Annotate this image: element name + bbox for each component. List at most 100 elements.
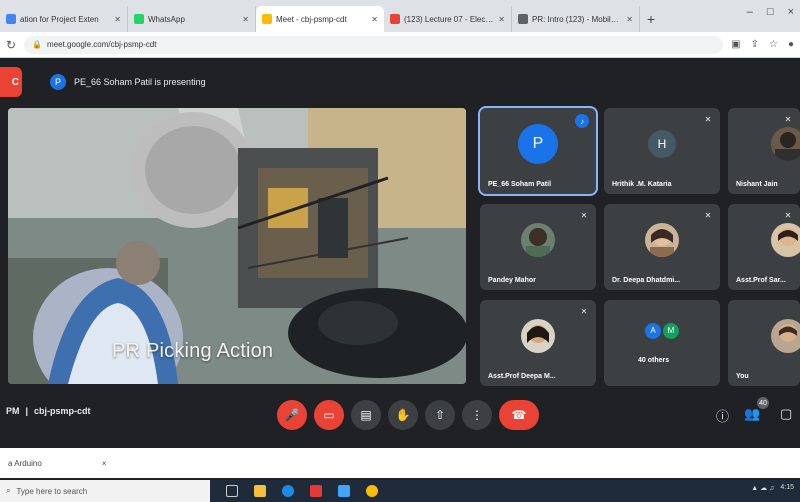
browser-tab[interactable]: ation for Project Exten ✕ [0,6,128,32]
toolbar-icons: ▣ ⇪ ☆ ● [731,39,794,50]
windows-taskbar: ⌕ Type here to search ▲ ☁ ♫ 4:15 [0,480,800,502]
tab-close-icon[interactable]: ✕ [626,15,633,24]
participant-tile[interactable]: ✕ Pandey Mahor [480,204,596,290]
mini-avatar: A [645,322,661,339]
taskbar-search[interactable]: ⌕ Type here to search [0,480,210,502]
mic-muted-icon: ✕ [580,306,588,316]
camera-permission-icon[interactable]: ▣ [731,39,740,50]
participant-tile[interactable]: ✕ Asst.Prof Sar... [728,204,800,290]
participant-name: PE_66 Soham Patil [488,181,552,188]
recording-badge: C [0,67,22,97]
meeting-controls: PM | cbj-psmp-cdt 🎤 ▭ ▤ ✋ ⇧ ⋮ ☎ ⓘ 👥 40 ▢ [0,392,800,436]
participant-avatar: P [518,124,558,165]
others-avatars: A M [645,322,679,339]
more-options-button[interactable]: ⋮ [462,400,492,430]
profile-icon[interactable]: ● [788,39,794,50]
search-placeholder: Type here to search [16,486,88,496]
meeting-info: PM | cbj-psmp-cdt [6,406,91,416]
tab-close-icon[interactable]: ✕ [371,15,378,24]
leave-call-button[interactable]: ☎ [499,400,539,430]
edge-icon[interactable] [282,485,294,497]
browser-tab-strip: ation for Project Exten ✕ WhatsApp ✕ Mee… [0,0,800,32]
mic-muted-icon: ✕ [704,210,712,220]
participant-tile[interactable]: P ♪ PE_66 Soham Patil [478,106,598,196]
chat-icon[interactable]: ▢ [780,406,792,422]
tray-icons[interactable]: ▲ ☁ ♫ [751,484,774,492]
url-field[interactable]: 🔒 meet.google.com/cbj-psmp-cdt [24,35,724,54]
mic-off-button[interactable]: 🎤 [277,400,307,430]
search-icon: ⌕ [6,486,11,495]
tab-title: PR: Intro (123) - Mobile pl [532,14,623,24]
video-caption: PR Picking Action [112,340,274,362]
participant-tile[interactable]: H ✕ Hrithik .M. Kataria [604,108,720,194]
participant-name: Asst.Prof Sar... [736,277,786,284]
mail-icon[interactable] [338,485,350,497]
others-count-label: 40 others [638,357,670,364]
meeting-code: cbj-psmp-cdt [34,406,91,416]
camera-off-button[interactable]: ▭ [314,400,344,430]
participant-photo [521,223,555,258]
tab-close-icon[interactable]: ✕ [242,15,249,24]
tab-favicon-icon [134,14,144,24]
mic-muted-icon: ✕ [784,114,792,124]
bookmark-star-icon[interactable]: ☆ [769,39,778,50]
meeting-details-icon[interactable]: ⓘ [716,406,729,425]
participant-name: Hrithik .M. Kataria [612,181,672,188]
browser-tab[interactable]: WhatsApp ✕ [128,6,256,32]
captions-button[interactable]: ▤ [351,400,381,430]
participant-name: Pandey Mahor [488,277,536,284]
tab-title: ation for Project Exten [20,14,99,24]
tab-title: (123) Lecture 07 - Electric [404,14,495,24]
participant-photo [771,127,800,162]
mic-muted-icon: ✕ [784,210,792,220]
people-icon[interactable]: 👥 [744,406,760,422]
browser-tab-active[interactable]: Meet - cbj-psmp-cdt ✕ [256,6,384,32]
new-tab-button[interactable]: + [640,6,662,32]
participant-photo [771,223,800,258]
participant-name: Dr. Deepa Dhatdmi... [612,277,681,284]
participant-name: Nishant Jain [736,181,778,188]
info-divider: | [25,406,29,416]
maximize-button[interactable]: □ [767,6,774,18]
presentation-video: PR Picking Action [8,108,466,384]
shelf-close-icon[interactable]: × [102,459,107,468]
presenting-indicator: P PE_66 Soham Patil is presenting [50,74,206,90]
mini-avatar: M [663,322,679,339]
speaking-indicator-icon: ♪ [575,114,589,128]
browser-tab[interactable]: PR: Intro (123) - Mobile pl ✕ [512,6,640,32]
others-tile[interactable]: A M 40 others [604,300,720,386]
close-window-button[interactable]: × [788,6,794,18]
participant-tile[interactable]: ✕ Dr. Deepa Dhatdmi... [604,204,720,290]
participant-photo [521,319,555,354]
reload-icon[interactable]: ↻ [6,38,16,52]
mic-muted-icon: ✕ [704,114,712,124]
file-explorer-icon[interactable] [254,485,266,497]
tab-favicon-icon [518,14,528,24]
tab-favicon-icon [6,14,16,24]
browser-tab[interactable]: (123) Lecture 07 - Electric ✕ [384,6,512,32]
chrome-icon[interactable] [366,485,378,497]
self-name: You [736,373,749,380]
system-tray: ▲ ☁ ♫ 4:15 [751,484,794,492]
store-icon[interactable] [310,485,322,497]
minimize-button[interactable]: – [747,6,753,18]
task-view-icon[interactable] [226,485,238,497]
address-bar: ↻ 🔒 meet.google.com/cbj-psmp-cdt ▣ ⇪ ☆ ● [0,32,800,58]
download-item[interactable]: a Arduino [8,459,42,468]
lock-icon: 🔒 [32,40,43,49]
meeting-time: PM [6,406,20,416]
participant-tile[interactable]: ✕ Nishant Jain [728,108,800,194]
presenting-bar: C P PE_66 Soham Patil is presenting [0,66,800,98]
raise-hand-button[interactable]: ✋ [388,400,418,430]
present-button[interactable]: ⇧ [425,400,455,430]
share-icon[interactable]: ⇪ [751,39,759,50]
presenting-text: PE_66 Soham Patil is presenting [74,77,206,87]
clock[interactable]: 4:15 [780,484,794,492]
tab-close-icon[interactable]: ✕ [498,15,505,24]
meet-window: C P PE_66 Soham Patil is presenting PR P… [0,58,800,442]
self-tile[interactable]: You [728,300,800,386]
participant-tile[interactable]: ✕ Asst.Prof Deepa M... [480,300,596,386]
tab-close-icon[interactable]: ✕ [114,15,121,24]
url-text: meet.google.com/cbj-psmp-cdt [47,40,157,49]
download-shelf: a Arduino × [0,448,800,478]
